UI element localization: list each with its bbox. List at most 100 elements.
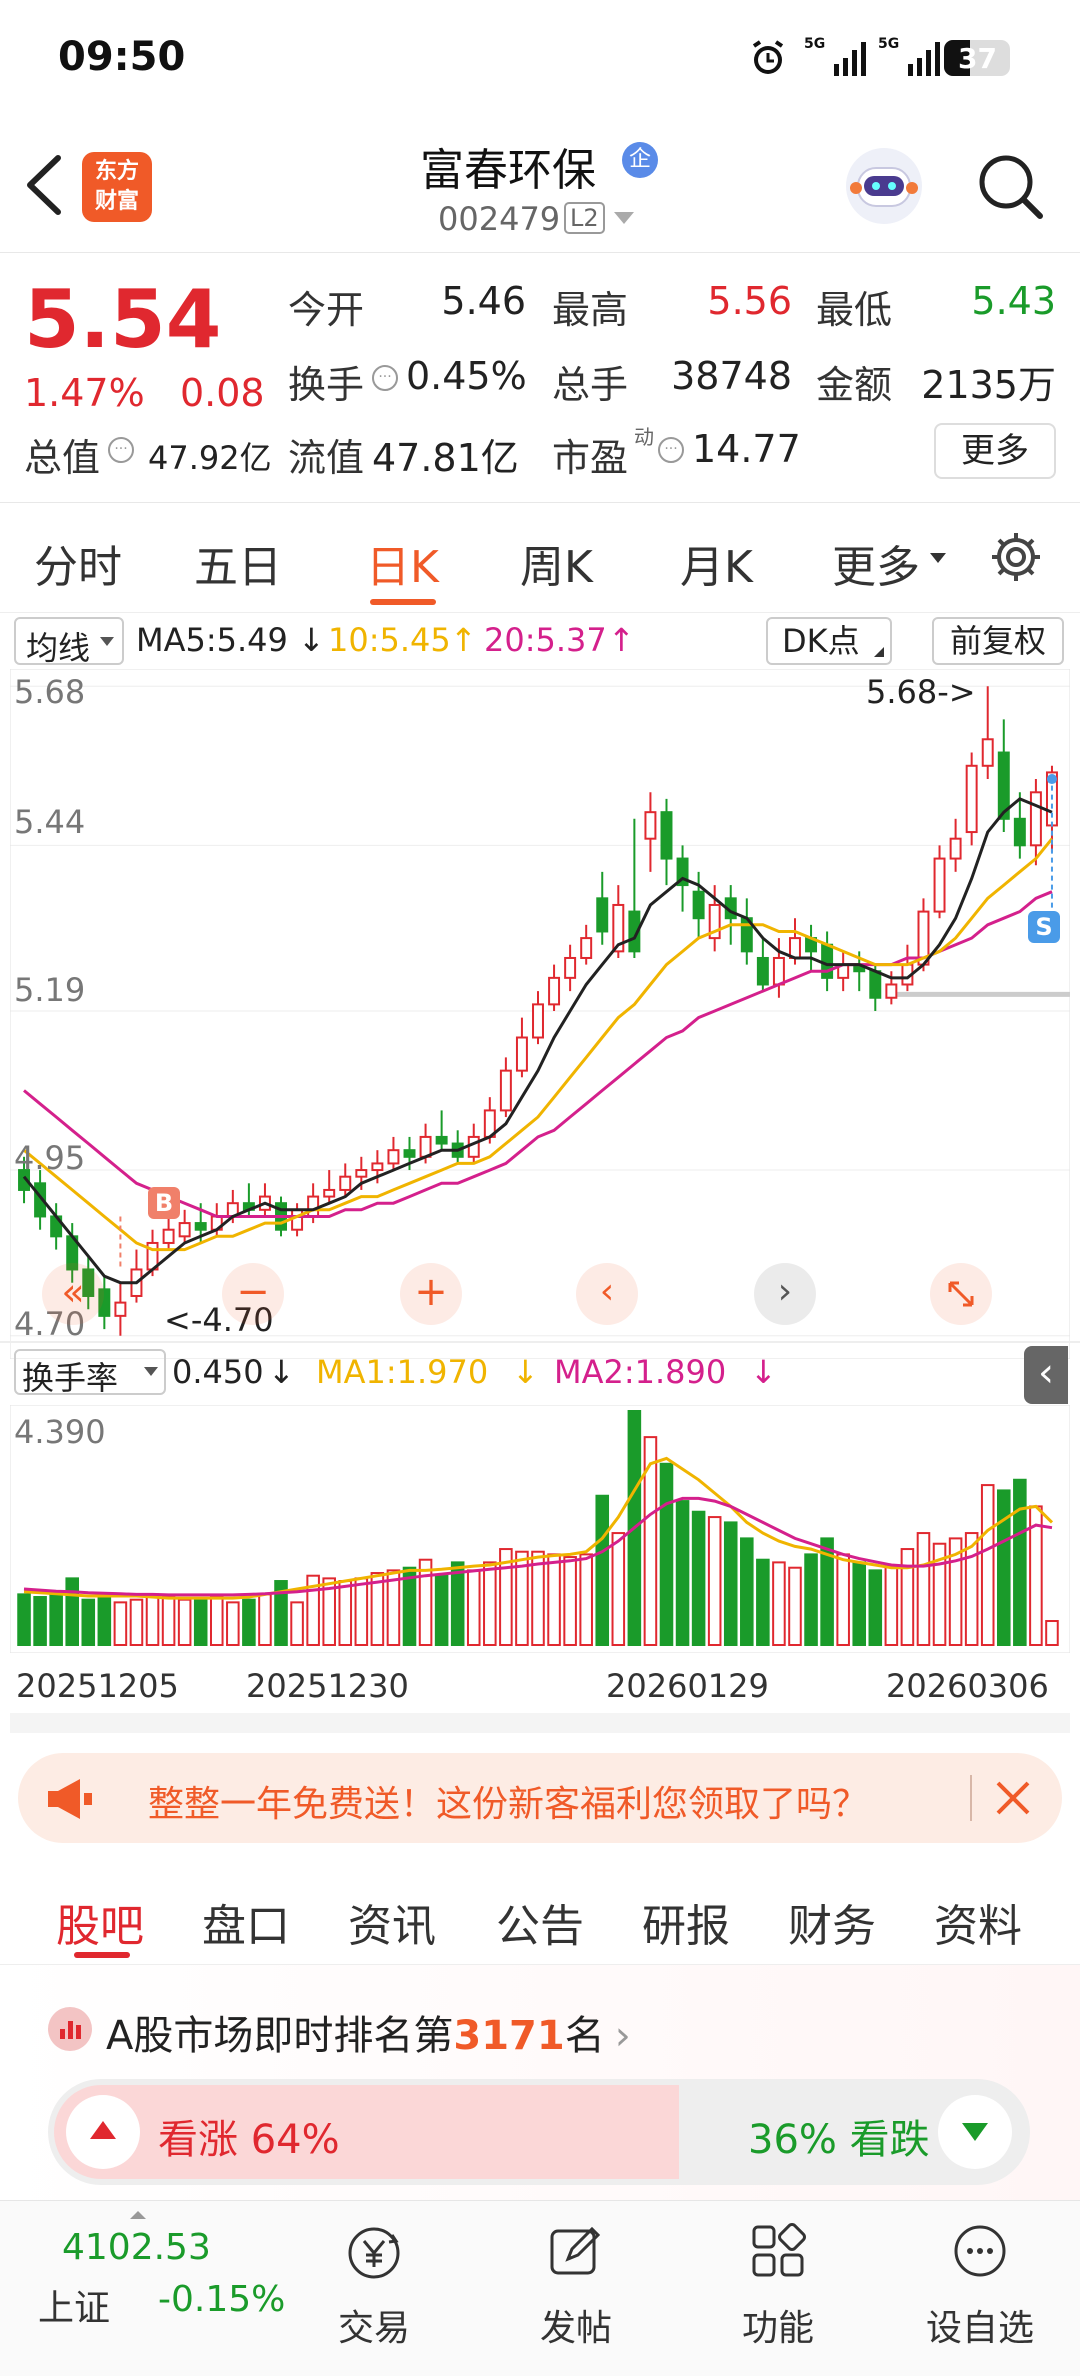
info-icon-3[interactable]: ··· xyxy=(658,437,684,463)
sell-marker[interactable]: S xyxy=(1028,911,1060,943)
turnover-current: 0.450 xyxy=(172,1353,264,1391)
price-chart[interactable] xyxy=(10,669,1070,1359)
logo-line2: 财富 xyxy=(94,189,139,214)
turnover-bar xyxy=(772,1561,786,1647)
candle-body xyxy=(564,956,577,979)
candle-body xyxy=(355,1169,368,1178)
ma-selector[interactable]: 均线 xyxy=(14,617,124,667)
turnover-bar xyxy=(723,1521,738,1646)
turnover-bar xyxy=(579,1553,593,1646)
trade-label: 交易 xyxy=(337,2308,410,2349)
info-icon-2[interactable]: ··· xyxy=(108,437,134,463)
signal-5g-icon: 5G xyxy=(804,34,868,78)
candle-body xyxy=(772,956,785,986)
candle-body xyxy=(965,764,978,834)
fullscreen-icon[interactable] xyxy=(930,1263,992,1325)
turnover-value: 0.45% xyxy=(406,354,527,398)
rank-suffix: 名 xyxy=(564,2013,605,2059)
scroll-right-icon[interactable]: › xyxy=(754,1263,816,1325)
chevron-right-icon: › xyxy=(614,2013,631,2059)
index-value[interactable]: 4102.53 xyxy=(62,2227,211,2268)
date-label: 20251205 xyxy=(16,1667,179,1705)
tab-research[interactable]: 研报 xyxy=(642,1890,730,1954)
app-logo[interactable]: 东方 财富 xyxy=(82,152,152,222)
chevron-down-icon xyxy=(144,1367,158,1376)
tab-news[interactable]: 资讯 xyxy=(348,1890,436,1954)
adjustment-button[interactable]: 前复权 xyxy=(932,617,1064,665)
turnover-bar xyxy=(338,1580,353,1647)
watchlist-label: 设自选 xyxy=(925,2308,1034,2349)
tab-more[interactable]: 更多 xyxy=(832,531,920,595)
turnover-down-arrow-icon: ↓ xyxy=(268,1353,295,1391)
tab-orderbook[interactable]: 盘口 xyxy=(202,1890,290,1954)
tab-announcements[interactable]: 公告 xyxy=(496,1890,584,1954)
candle-body xyxy=(371,1162,384,1172)
tab-five-day[interactable]: 五日 xyxy=(194,531,282,595)
robot-assistant-icon[interactable] xyxy=(842,144,926,228)
candle-body xyxy=(435,1135,448,1145)
expand-up-icon[interactable] xyxy=(130,2211,146,2219)
turnover-bar xyxy=(740,1537,754,1646)
candle-body xyxy=(515,1036,528,1072)
amount-value: 2135万 xyxy=(921,363,1056,407)
turnover-chart[interactable] xyxy=(10,1405,1070,1653)
more-dots-icon xyxy=(954,2225,1006,2277)
candle-body xyxy=(821,943,834,979)
tab-intraday[interactable]: 分时 xyxy=(34,531,122,595)
bullish-label: 看涨 64% xyxy=(158,2117,340,2163)
bearish-button[interactable] xyxy=(938,2095,1012,2169)
buy-marker[interactable]: B xyxy=(148,1187,180,1219)
turnover-bar xyxy=(611,1532,626,1646)
market-rank[interactable]: A股市场即时排名第3171名 › xyxy=(106,2003,631,2061)
candle-body xyxy=(885,983,898,999)
close-icon[interactable] xyxy=(988,1773,1038,1823)
tab-monthly-k[interactable]: 月K xyxy=(680,531,753,595)
turnover-bar xyxy=(483,1561,497,1647)
turnover-y-tick: 4.390 xyxy=(14,1413,106,1451)
yen-exchange-icon xyxy=(348,2227,400,2279)
turnover-bar xyxy=(916,1532,931,1646)
scroll-left-fast-icon[interactable]: « xyxy=(42,1263,104,1325)
ma20-line xyxy=(23,890,1053,1218)
indicator-selector[interactable]: 换手率 xyxy=(14,1349,166,1397)
candle-body xyxy=(933,857,946,913)
max-price-label: 5.68-> xyxy=(866,673,976,711)
level2-badge: L2 xyxy=(564,202,605,234)
turnover-bar xyxy=(113,1601,128,1647)
candle-body xyxy=(323,1188,336,1198)
candle-body xyxy=(291,1208,304,1231)
candle-body xyxy=(869,970,882,999)
scroll-left-icon[interactable]: ‹ xyxy=(576,1263,638,1325)
active-tab-indicator xyxy=(74,1952,130,1958)
bullish-button[interactable] xyxy=(66,2095,140,2169)
code-dropdown-icon[interactable] xyxy=(614,212,634,224)
turnover-bar xyxy=(49,1593,63,1646)
collapse-panel-icon[interactable]: ‹ xyxy=(1024,1346,1068,1404)
pe-label: 市盈 xyxy=(552,436,629,480)
logo-line1: 东方 xyxy=(94,159,139,184)
tab-financials[interactable]: 财务 xyxy=(788,1890,876,1954)
turnover-bar xyxy=(1013,1478,1027,1646)
more-button[interactable]: 更多 xyxy=(934,423,1056,479)
zoom-in-icon[interactable]: + xyxy=(400,1263,462,1325)
search-icon[interactable] xyxy=(974,150,1046,222)
promo-banner[interactable]: 整整一年免费送！这份新客福利您领取了吗？ xyxy=(18,1753,1062,1843)
turnover-bar xyxy=(547,1553,561,1646)
market-cap-label: 总值 xyxy=(24,436,101,480)
volume-value: 38748 xyxy=(671,354,792,398)
ma2-down-arrow-icon: ↓ xyxy=(750,1353,777,1391)
tab-profile[interactable]: 资料 xyxy=(934,1890,1022,1954)
back-arrow-icon[interactable] xyxy=(20,150,70,220)
tab-weekly-k[interactable]: 周K xyxy=(520,531,593,595)
settings-gear-icon[interactable] xyxy=(988,529,1044,585)
tab-guba[interactable]: 股吧 xyxy=(56,1890,144,1954)
info-icon[interactable]: ··· xyxy=(372,365,398,391)
dk-point-button[interactable]: DK点 xyxy=(766,617,892,665)
ma5-down-arrow-icon: ↓ xyxy=(298,621,325,659)
market-cap-value: 47.92亿 xyxy=(148,439,272,477)
turnover-bar xyxy=(145,1593,160,1646)
status-bar: 09:50 5G 5G 37 xyxy=(0,0,1080,118)
ma5-legend: MA5:5.49 xyxy=(136,621,288,659)
zoom-out-icon[interactable]: − xyxy=(222,1263,284,1325)
tab-daily-k[interactable]: 日K xyxy=(366,531,439,595)
